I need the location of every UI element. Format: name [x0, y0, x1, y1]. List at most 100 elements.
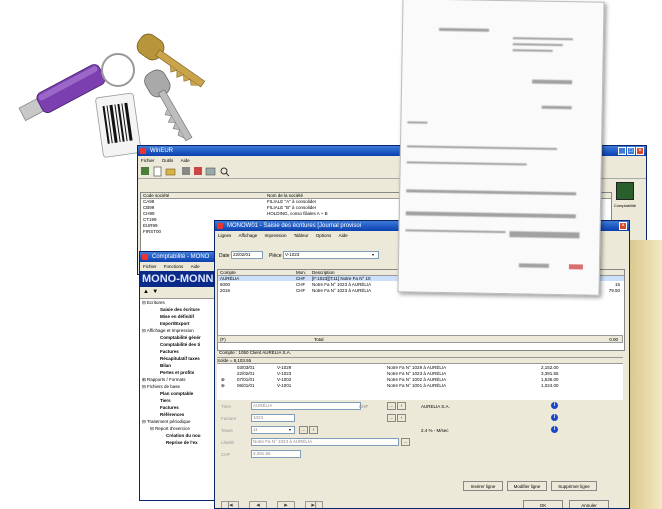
- last-record-button[interactable]: ▸|: [305, 501, 323, 508]
- libelle-field[interactable]: Notre Fa N° 1023 à AURÉLIA: [251, 438, 399, 446]
- tiers-label: Tiers: [221, 404, 231, 409]
- info-icon[interactable]: i: [551, 414, 558, 421]
- back-icon[interactable]: [141, 167, 149, 175]
- tree-item[interactable]: Pertes et profits: [160, 370, 194, 375]
- tree-item[interactable]: Récapitulatif taxes: [160, 356, 200, 361]
- row-name: HOLDING, conso filiales A + B: [267, 211, 328, 216]
- tree-item[interactable]: Comptabilité génér: [160, 335, 201, 340]
- tree-item[interactable]: ⊞ Rapports / Formats: [142, 377, 186, 383]
- date-label: Date: [219, 253, 230, 259]
- menu-options[interactable]: Options: [316, 233, 332, 238]
- date-field[interactable]: 22/02/01: [231, 251, 263, 259]
- history-amount: 3,391.55: [541, 371, 559, 376]
- total-value: 0.00: [609, 337, 618, 342]
- side-decoration: [628, 240, 662, 509]
- ok-button[interactable]: OK: [523, 500, 563, 508]
- modify-line-button[interactable]: Modifier ligne: [507, 481, 547, 491]
- close-icon[interactable]: ×: [636, 147, 644, 155]
- collapse-icon[interactable]: ▼: [152, 289, 158, 295]
- cancel-button[interactable]: Annuler: [569, 500, 609, 508]
- menu-lignes[interactable]: Lignes: [218, 233, 231, 238]
- next-record-button[interactable]: ▸: [277, 501, 295, 508]
- first-record-button[interactable]: |◂: [221, 501, 239, 508]
- menu-impression[interactable]: Impression: [264, 233, 286, 238]
- row-amount: 79.50: [608, 288, 620, 293]
- tree-item[interactable]: ⊟ Fichiers de base: [142, 384, 180, 390]
- list-item[interactable]: 22/02/01 V-1023 Notre Fa N° 1023 à AURÉL…: [217, 371, 623, 376]
- previous-record-button[interactable]: ◂: [249, 501, 267, 508]
- tree-item[interactable]: Tiers: [160, 398, 171, 403]
- menu-fichier[interactable]: Fichier: [141, 158, 155, 163]
- comptabilite-shortcut[interactable]: Comptabilité: [610, 182, 640, 218]
- menu-aide[interactable]: Aide: [339, 233, 348, 238]
- row-desc: Notre Fa N° 1023 à AURÉLIA: [312, 282, 372, 287]
- new-document-icon[interactable]: [153, 166, 162, 177]
- libelle-lookup-button[interactable]: …: [401, 438, 410, 446]
- row-desc: [F:1023][T:11] Notre Fa N° 10: [312, 276, 371, 281]
- tree-item[interactable]: Références: [160, 412, 184, 417]
- tiers-next-button[interactable]: ›: [397, 402, 406, 410]
- history-piece: V-1029: [277, 365, 292, 370]
- delete-line-button[interactable]: Supprimer ligne: [551, 481, 597, 491]
- history-amount: 1,536.00: [541, 377, 559, 382]
- chf-amount-field[interactable]: 3,391.55: [251, 450, 301, 458]
- tree-item[interactable]: ⊟ Traitement périodique: [142, 419, 191, 425]
- history-amount: 1,024.00: [541, 383, 559, 388]
- menu-fonctions[interactable]: Fonctions: [164, 264, 184, 269]
- list-item[interactable]: ⊕ 06/01/01 V-1001 Notre Fa N° 1001 à AUR…: [217, 383, 623, 388]
- print-icon[interactable]: [205, 167, 216, 176]
- app-logo-icon: [142, 254, 148, 260]
- chevron-down-icon[interactable]: ▾: [289, 427, 291, 432]
- list-item[interactable]: 03/03/01 V-1029 Notre Fa N° 1029 à AURÉL…: [217, 365, 623, 370]
- menu-tableur[interactable]: Tableur: [294, 233, 309, 238]
- tree-item[interactable]: Plan comptable: [160, 391, 193, 396]
- tree-item[interactable]: ⊟ Ecritures: [142, 300, 165, 306]
- maximize-icon[interactable]: □: [627, 147, 635, 155]
- info-icon[interactable]: i: [551, 426, 558, 433]
- row-code: CH99: [143, 211, 155, 216]
- row-desc: Notre Fa N° 1023 à AURÉLIA: [312, 288, 372, 293]
- tiers-lookup-button[interactable]: …: [387, 402, 396, 410]
- menu-outils[interactable]: Outils: [162, 158, 174, 163]
- chevron-down-icon[interactable]: ▾: [372, 252, 374, 257]
- facture-next-button[interactable]: ›: [397, 414, 406, 422]
- minimize-icon[interactable]: _: [618, 147, 626, 155]
- menu-affichage[interactable]: Affichage: [239, 233, 258, 238]
- row-code: CT199: [143, 217, 157, 222]
- row-compte: 2016: [220, 288, 231, 293]
- facture-lookup-button[interactable]: …: [387, 414, 396, 422]
- tools-icon[interactable]: [194, 167, 202, 175]
- total-label: Total: [314, 337, 324, 342]
- taxes-lookup-button[interactable]: …: [299, 426, 308, 434]
- tree-item[interactable]: Saisie des écriture: [160, 307, 200, 312]
- attachment-icon: ⊕: [221, 383, 225, 388]
- tiers-field[interactable]: AURÉLIA: [251, 402, 361, 410]
- tree-item[interactable]: Comptabilité des ti: [160, 342, 200, 347]
- close-icon[interactable]: ×: [619, 222, 627, 230]
- open-folder-icon[interactable]: [165, 168, 176, 176]
- history-piece: V-1002: [277, 377, 292, 382]
- piece-field[interactable]: V-1023: [283, 251, 379, 259]
- menu-fichier[interactable]: Fichier: [143, 264, 157, 269]
- list-item[interactable]: ⊕ 07/01/01 V-1002 Notre Fa N° 1002 à AUR…: [217, 377, 623, 382]
- tree-item[interactable]: ⊟ Affichage et Impression: [142, 328, 194, 334]
- info-icon[interactable]: i: [551, 402, 558, 409]
- facture-field[interactable]: 1023: [251, 414, 295, 422]
- menu-aide[interactable]: Aide: [191, 264, 200, 269]
- tree-item[interactable]: Factures: [160, 349, 179, 354]
- tree-item[interactable]: Bilan: [160, 363, 171, 368]
- menu-aide[interactable]: Aide: [181, 158, 190, 163]
- taxes-next-button[interactable]: ›: [309, 426, 318, 434]
- comptabilite-title: Comptabilité - MONO: [152, 254, 210, 260]
- insert-line-button[interactable]: Insérer ligne: [463, 481, 503, 491]
- tree-item[interactable]: Reprise de l'ex: [166, 440, 198, 445]
- tree-item[interactable]: Mise en définitif: [160, 314, 194, 319]
- grid-icon[interactable]: [182, 167, 190, 175]
- tree-item[interactable]: ⊟ Report d'exercice: [150, 426, 190, 432]
- tree-item[interactable]: Factures: [160, 405, 179, 410]
- tree-item[interactable]: Import/Export: [160, 321, 190, 326]
- app-logo-icon: [140, 148, 146, 154]
- expand-icon[interactable]: ▲: [143, 289, 149, 295]
- tree-item[interactable]: Création du nou: [166, 433, 201, 438]
- zoom-icon[interactable]: [220, 167, 230, 177]
